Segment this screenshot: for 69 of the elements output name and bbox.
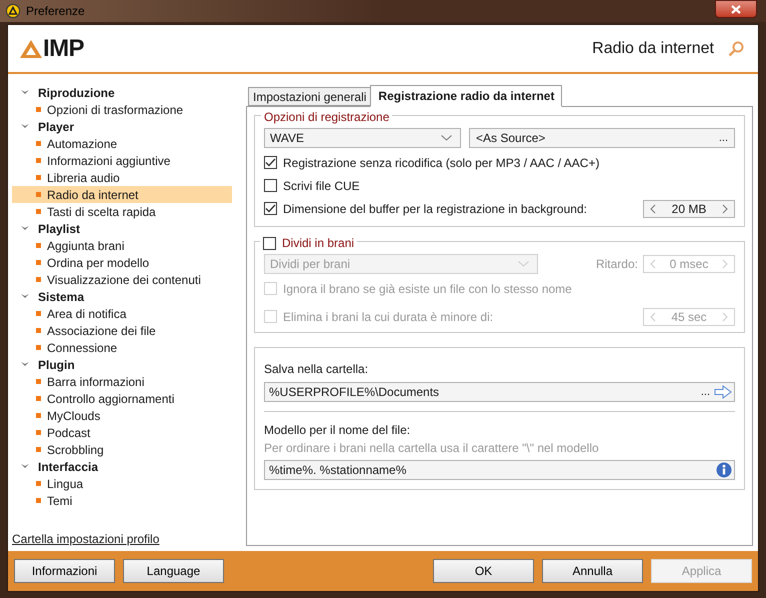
dialog-button[interactable]: Language [123, 559, 224, 583]
sidebar-item[interactable]: Controllo aggiornamenti [12, 390, 232, 407]
spin-value: 0 msec [670, 256, 708, 273]
hint-text: Per ordinare i brani nella cartella usa il carattere "\" nel modello [264, 440, 600, 457]
folder-value: %USERPROFILE%\Documents [269, 384, 440, 401]
sidebar-item[interactable]: Temi [12, 492, 232, 509]
sidebar-item[interactable]: Informazioni aggiuntive [12, 152, 232, 169]
sidebar-item[interactable]: Libreria audio [12, 169, 232, 186]
profile-folder-link[interactable]: Cartella impostazioni profilo [12, 530, 246, 548]
sidebar-group[interactable]: Sistema [38, 288, 84, 306]
window-title: Preferenze [26, 3, 85, 20]
close-button[interactable] [715, 0, 757, 18]
spin-value: 20 MB [672, 200, 706, 218]
sidebar-item[interactable]: Associazione dei file [12, 322, 232, 339]
spin-box[interactable]: 20 MB [643, 200, 735, 218]
spin-value: 45 sec [671, 308, 707, 326]
logo-text: IMP [43, 36, 84, 60]
sidebar-item[interactable]: Ordina per modello [12, 254, 232, 271]
sidebar-item[interactable]: Lingua [12, 475, 232, 492]
close-icon [731, 4, 741, 14]
folder-field[interactable]: %USERPROFILE%\Documents ... [264, 382, 735, 402]
decrease-icon[interactable] [650, 204, 656, 214]
checkbox-label[interactable]: Scrivi file CUE [283, 176, 735, 194]
quality-field[interactable]: <As Source> ... [469, 128, 735, 148]
sidebar-item[interactable]: Podcast [12, 424, 232, 441]
field-label: Salva nella cartella: [264, 361, 370, 378]
sidebar-item[interactable]: Radio da internet [12, 186, 232, 203]
logo-icon [20, 40, 42, 58]
delay-label: Ritardo: [596, 256, 638, 273]
sidebar-item[interactable]: Connessione [12, 339, 232, 356]
template-field[interactable]: %time%. %stationname% [264, 460, 735, 480]
checkbox-label[interactable]: Dimensione del buffer per la registrazione in background: [283, 200, 637, 218]
checkbox[interactable] [264, 202, 277, 215]
checkbox-label[interactable]: Registrazione senza ricodifica (solo per MP3 / AAC / AAC+) [283, 154, 735, 172]
sidebar-group[interactable]: Playlist [38, 220, 80, 238]
page-title: Radio da internet [592, 38, 714, 58]
field-label: Modello per il nome del file: [264, 422, 412, 439]
sidebar-item[interactable]: Automazione [12, 135, 232, 152]
dialog-button[interactable]: Informazioni [14, 559, 115, 583]
dialog-button[interactable]: Annulla [542, 559, 643, 583]
sidebar-item[interactable]: Opzioni di trasformazione [12, 101, 232, 118]
sidebar-item[interactable]: Scrobbling [12, 441, 232, 458]
dialog-button[interactable]: OK [433, 559, 534, 583]
arrow-right-icon[interactable] [714, 385, 732, 399]
checkbox[interactable] [264, 156, 277, 169]
sidebar-item[interactable]: Aggiunta brani [12, 237, 232, 254]
quality-value: <As Source> [476, 130, 546, 147]
tab[interactable]: Impostazioni generali [248, 87, 370, 106]
increase-icon[interactable] [722, 204, 728, 214]
group-legend[interactable]: Dividi in brani [282, 234, 354, 252]
dropdown[interactable]: WAVE [264, 128, 461, 148]
sidebar-item[interactable]: Area di notifica [12, 305, 232, 322]
template-value: %time%. %stationname% [269, 462, 408, 479]
sidebar-item[interactable]: Visualizzazione dei contenuti [12, 271, 232, 288]
sidebar-group[interactable]: Player [38, 118, 74, 136]
checkbox[interactable] [264, 179, 277, 192]
chevron-down-icon[interactable] [441, 135, 452, 141]
sidebar-item[interactable]: Tasti di scelta rapida [12, 203, 232, 220]
info-icon[interactable] [716, 462, 732, 478]
sidebar-group[interactable]: Riproduzione [38, 84, 115, 102]
browse-button[interactable]: ... [696, 384, 714, 400]
sidebar-item[interactable]: Barra informazioni [12, 373, 232, 390]
sidebar-group[interactable]: Interfaccia [38, 458, 98, 476]
tab[interactable]: Registrazione radio da internet [370, 85, 562, 107]
browse-button[interactable]: ... [718, 130, 728, 146]
checkbox[interactable] [263, 236, 276, 250]
app-icon [6, 4, 20, 18]
sidebar-group[interactable]: Plugin [38, 356, 75, 374]
sidebar-item[interactable]: MyClouds [12, 407, 232, 424]
